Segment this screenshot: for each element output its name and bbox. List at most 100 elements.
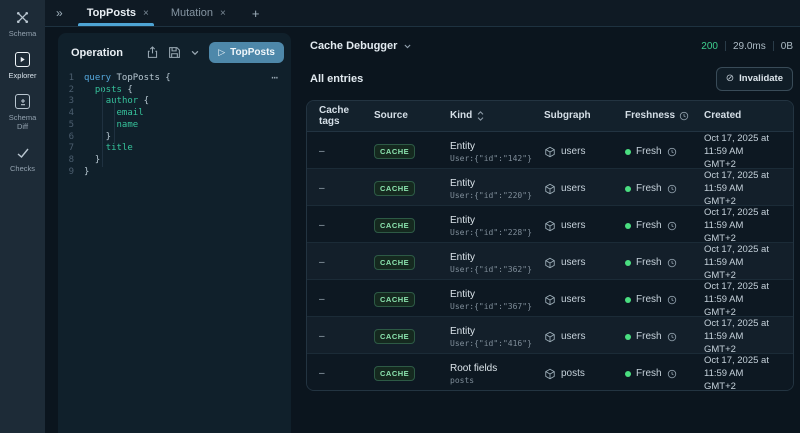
cache-debugger-dropdown[interactable]: Cache Debugger (310, 40, 412, 52)
table-row[interactable]: – CACHE Entity User:{"id":"367"} users F… (307, 280, 793, 318)
subgraph-cell: users (544, 257, 619, 269)
kind-cell: Root fields posts (450, 363, 538, 385)
cube-icon (544, 183, 556, 195)
code-line[interactable]: 9} (64, 167, 291, 179)
column-header-source[interactable]: Source (374, 110, 444, 122)
editor-options-icon[interactable]: ⋯ (271, 72, 279, 84)
close-icon[interactable]: × (220, 8, 226, 19)
cube-icon (544, 368, 556, 380)
kind-cell: Entity User:{"id":"367"} (450, 289, 538, 311)
code-text: query TopPosts { (84, 73, 171, 83)
code-line[interactable]: 5 name (64, 120, 291, 132)
column-header-created[interactable]: Created (704, 110, 785, 122)
line-number: 9 (68, 166, 74, 177)
cache-source-badge: CACHE (374, 255, 416, 270)
code-line[interactable]: 6 } (64, 132, 291, 144)
source-cell: CACHE (374, 144, 444, 159)
sort-icon[interactable] (476, 111, 485, 121)
chevron-down-icon[interactable] (190, 48, 200, 58)
subgraph-cell: posts (544, 368, 619, 380)
save-icon[interactable] (168, 46, 181, 59)
sidebar-item-checks[interactable]: Checks (0, 144, 45, 173)
tab-label: TopPosts (86, 7, 136, 19)
subgraph-cell: users (544, 220, 619, 232)
table-row[interactable]: – CACHE Entity User:{"id":"362"} users F… (307, 243, 793, 281)
freshness-cell: Fresh (625, 294, 698, 305)
code-line[interactable]: 1 query TopPosts { (64, 73, 291, 85)
created-date: Oct 17, 2025 at 11:59 AM (704, 244, 769, 268)
created-cell: Oct 17, 2025 at 11:59 AM GMT+2 (704, 317, 785, 356)
sidebar-item-explorer[interactable]: Explorer (0, 51, 45, 80)
tab-mutation[interactable]: Mutation × (160, 0, 237, 26)
table-row[interactable]: – CACHE Entity User:{"id":"228"} users F… (307, 206, 793, 245)
table-row[interactable]: – CACHE Entity User:{"id":"220"} users F… (307, 169, 793, 207)
line-number: 5 (68, 119, 74, 130)
share-icon[interactable] (146, 46, 159, 59)
freshness-cell: Fresh (625, 146, 698, 157)
source-cell: CACHE (374, 329, 444, 344)
cache-tags-cell: – (319, 294, 325, 305)
line-number: 3 (68, 96, 74, 107)
subgraph-name: users (561, 294, 586, 305)
table-body: – CACHE Entity User:{"id":"142"} users F… (307, 132, 793, 390)
table-header: Cache tags Source Kind Subgraph Freshnes… (307, 101, 793, 132)
invalidate-label: Invalidate (739, 73, 783, 84)
clock-icon (667, 147, 677, 157)
cube-icon (544, 257, 556, 269)
kind-key: User:{"id":"220"} (450, 190, 532, 200)
kind-title: Entity (450, 214, 476, 226)
code-text: } (84, 131, 112, 142)
created-date: Oct 17, 2025 at 11:59 AM (704, 170, 769, 194)
table-row[interactable]: – CACHE Root fields posts posts Fresh Oc… (307, 354, 793, 390)
column-header-kind[interactable]: Kind (450, 110, 538, 122)
cube-icon (544, 220, 556, 232)
code-line[interactable]: 2 posts { (64, 85, 291, 97)
code-line[interactable]: 4 email (64, 108, 291, 120)
tab-topposts[interactable]: TopPosts × (76, 0, 160, 26)
expand-sidebar-icon[interactable]: » (56, 6, 63, 20)
divider (772, 41, 774, 51)
clock-icon (667, 258, 677, 268)
fresh-dot (625, 222, 631, 229)
subgraph-cell: users (544, 183, 619, 195)
sidebar-item-schema-diff[interactable]: Schema Diff (0, 93, 45, 131)
code-editor[interactable]: 1 query TopPosts {2 posts {3 author {4 em… (58, 72, 291, 179)
code-line[interactable]: 7 title (64, 143, 291, 155)
table-row[interactable]: – CACHE Entity User:{"id":"416"} users F… (307, 317, 793, 356)
run-operation-button[interactable]: ▷ TopPosts (209, 42, 284, 63)
freshness-label: Fresh (636, 294, 662, 305)
column-header-freshness[interactable]: Freshness (625, 110, 698, 122)
cube-icon (544, 294, 556, 306)
invalidate-button[interactable]: ⊘ Invalidate (715, 66, 793, 91)
close-icon[interactable]: × (143, 8, 149, 19)
freshness-label: Fresh (636, 183, 662, 194)
clock-icon (667, 295, 677, 305)
clock-icon (679, 111, 689, 121)
clock-icon (667, 332, 677, 342)
cache-source-badge: CACHE (374, 329, 416, 344)
subgraph-name: users (561, 146, 586, 157)
freshness-label: Fresh (636, 331, 662, 342)
kind-cell: Entity User:{"id":"142"} (450, 141, 538, 163)
sidebar-item-schema[interactable]: Schema (0, 9, 45, 38)
clock-icon (667, 184, 677, 194)
freshness-label: Fresh (636, 220, 662, 231)
table-row[interactable]: – CACHE Entity User:{"id":"142"} users F… (307, 132, 793, 170)
kind-key: posts (450, 375, 475, 385)
created-date: Oct 17, 2025 at 11:59 AM (704, 281, 769, 305)
code-text: author { (105, 96, 150, 107)
created-cell: Oct 17, 2025 at 11:59 AM GMT+2 (704, 206, 785, 245)
operation-header: Operation ▷ TopPosts (58, 33, 291, 68)
code-line[interactable]: 3 author { (64, 96, 291, 108)
kind-key: User:{"id":"228"} (450, 227, 532, 237)
kind-title: Entity (450, 140, 476, 152)
column-header-cache-tags[interactable]: Cache tags (319, 105, 368, 128)
column-header-subgraph[interactable]: Subgraph (544, 110, 619, 122)
freshness-cell: Fresh (625, 220, 698, 231)
cache-source-badge: CACHE (374, 218, 416, 233)
activity-sidebar: Schema Explorer Schema Diff Checks (0, 0, 45, 433)
code-line[interactable]: 8 } (64, 155, 291, 167)
new-tab-button[interactable]: + (252, 6, 260, 21)
cache-source-badge: CACHE (374, 144, 416, 159)
cache-tags-cell: – (319, 331, 325, 342)
